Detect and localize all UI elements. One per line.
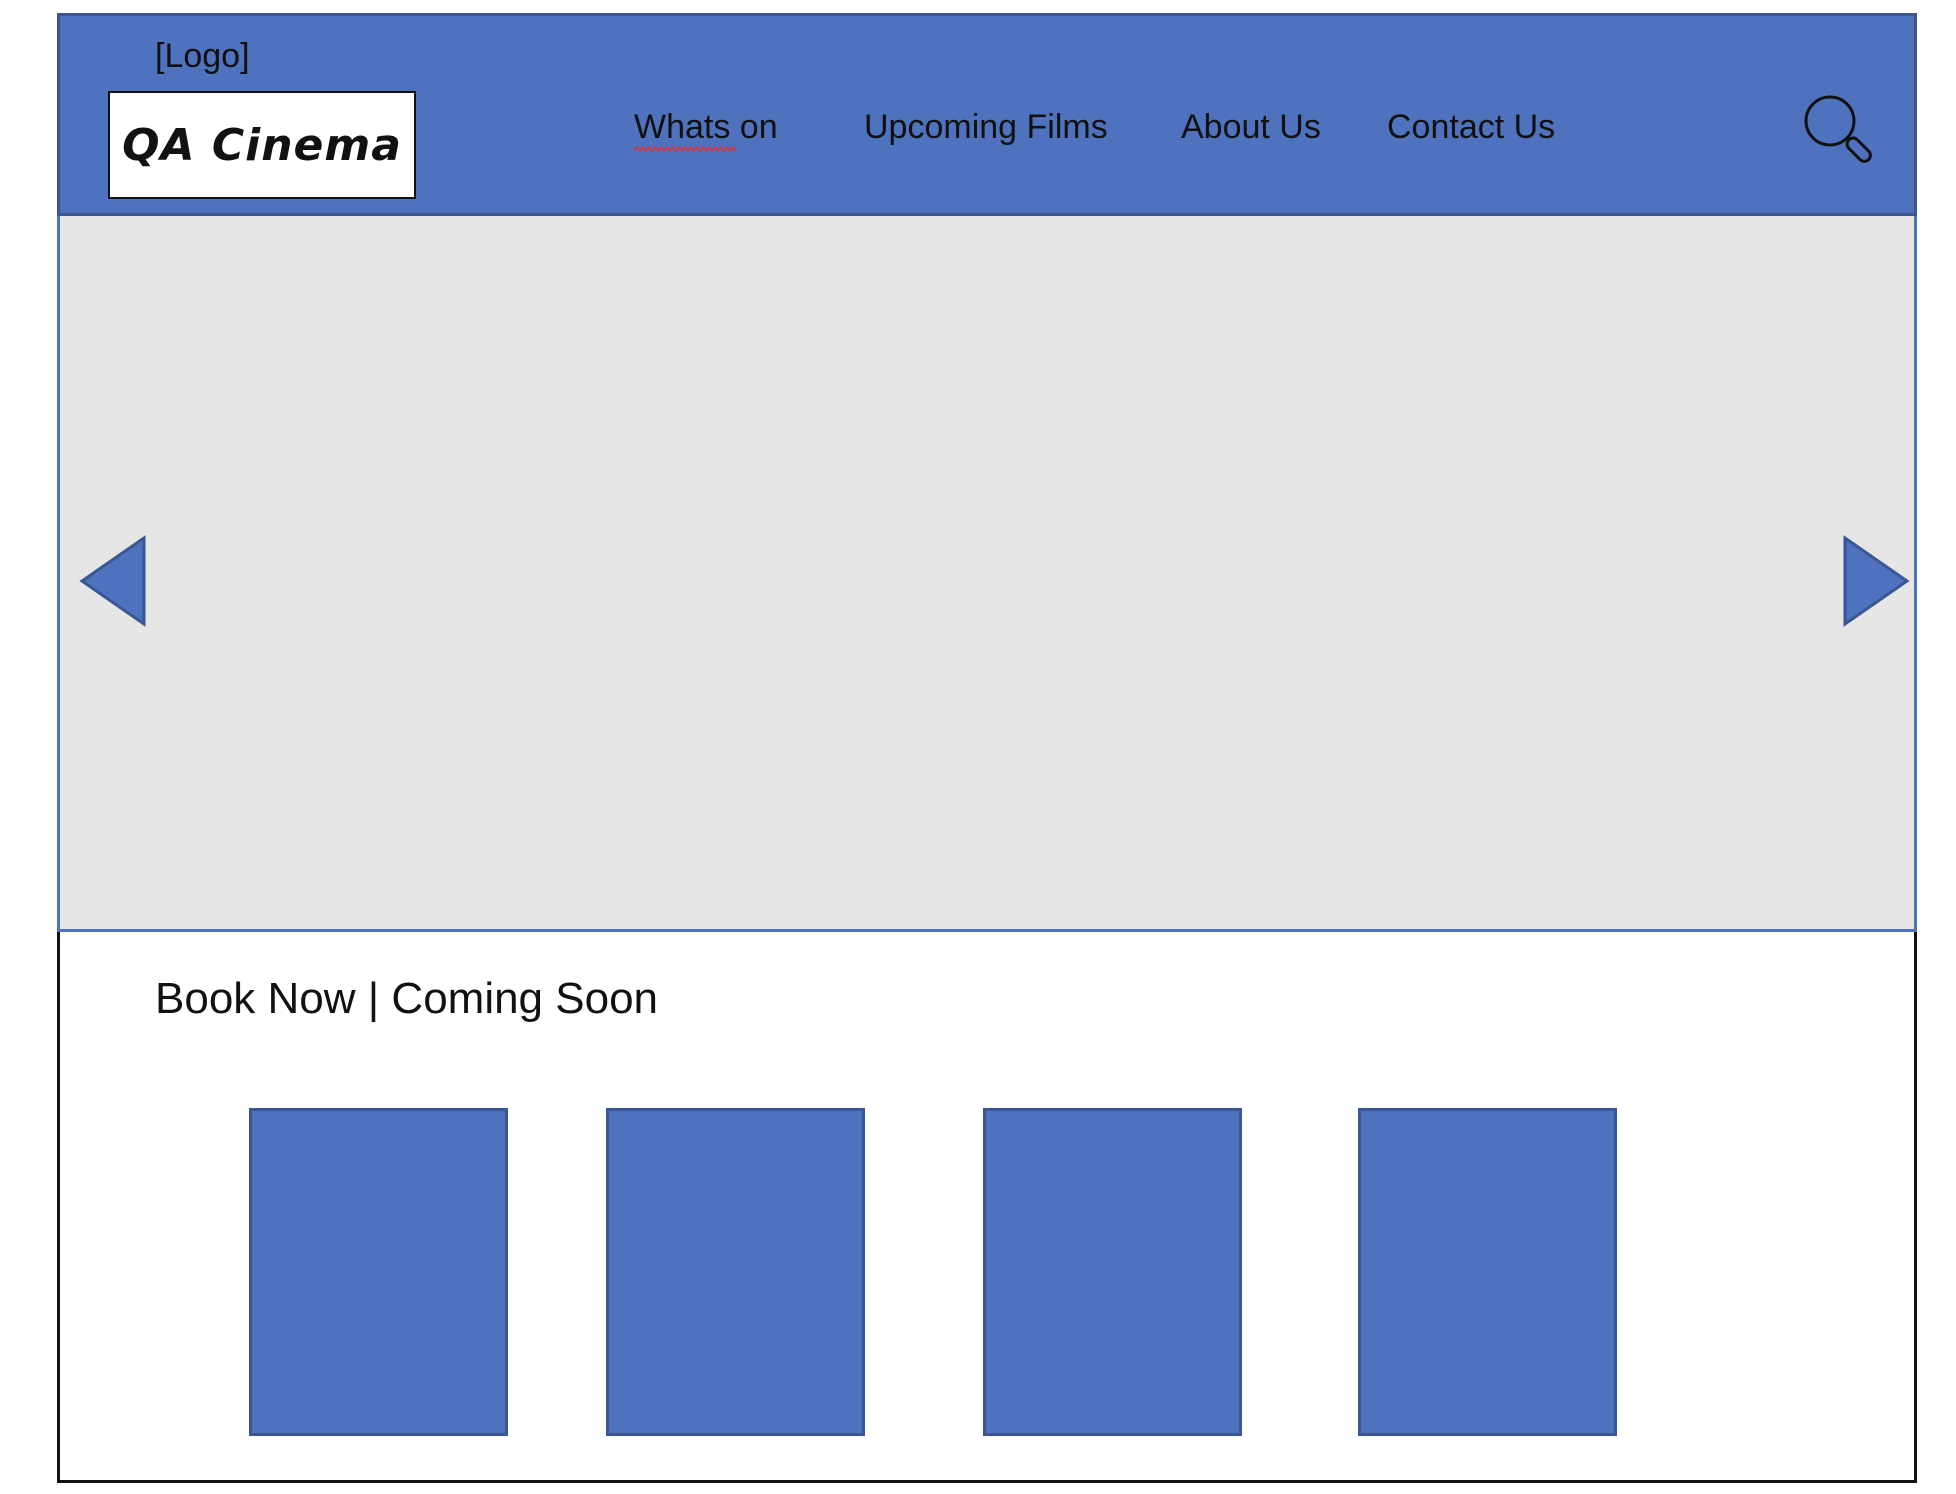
section-title[interactable]: Book Now | Coming Soon xyxy=(155,974,658,1024)
film-card[interactable] xyxy=(1358,1108,1617,1436)
logo-caption: [Logo] xyxy=(155,37,250,75)
logo[interactable]: QA Cinema xyxy=(108,91,416,199)
carousel-next-icon[interactable] xyxy=(1841,535,1911,627)
film-card[interactable] xyxy=(983,1108,1242,1436)
nav-item-upcoming-films[interactable]: Upcoming Films xyxy=(864,108,1108,147)
search-icon[interactable] xyxy=(1803,94,1877,168)
logo-text: QA Cinema xyxy=(122,119,402,171)
film-card[interactable] xyxy=(249,1108,508,1436)
nav-item-about-us[interactable]: About Us xyxy=(1181,108,1321,147)
nav-item-contact-us[interactable]: Contact Us xyxy=(1387,108,1555,147)
carousel-prev-icon[interactable] xyxy=(78,535,148,627)
spellcheck-underline xyxy=(634,145,736,153)
film-card[interactable] xyxy=(606,1108,865,1436)
hero-carousel xyxy=(57,216,1917,932)
nav-item-whats-on[interactable]: Whats on xyxy=(634,108,778,147)
